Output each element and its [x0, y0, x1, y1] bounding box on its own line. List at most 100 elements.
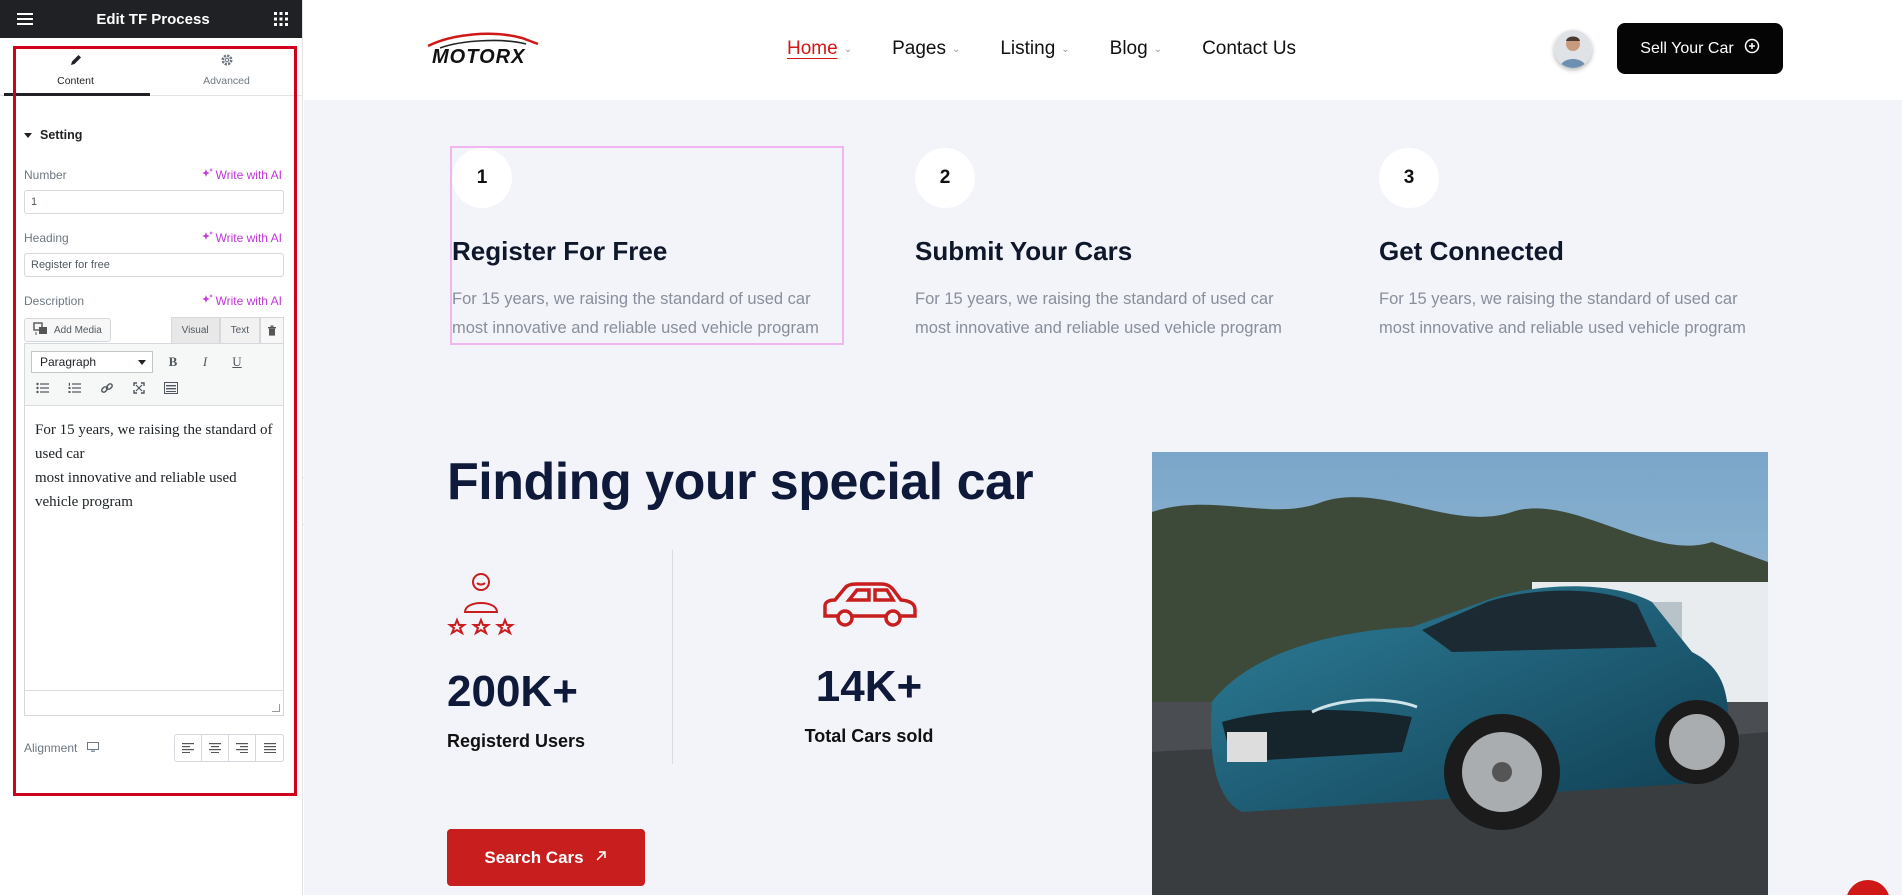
- bullet-list-icon[interactable]: [31, 376, 55, 400]
- align-right-icon[interactable]: [229, 735, 256, 761]
- align-center-icon[interactable]: [202, 735, 229, 761]
- underline-icon[interactable]: U: [225, 350, 249, 374]
- stat-value: 200K+: [447, 667, 578, 716]
- plus-circle-icon: [1744, 38, 1760, 59]
- nav-listing[interactable]: Listing ⌄: [1000, 38, 1069, 60]
- process-step-3[interactable]: 3 Get Connected For 15 years, we raising…: [1379, 148, 1769, 343]
- nav-contact[interactable]: Contact Us: [1202, 38, 1296, 60]
- avatar[interactable]: [1554, 30, 1592, 68]
- editor-toolbar: Paragraph B I U: [25, 344, 283, 406]
- step-title: Get Connected: [1379, 236, 1564, 266]
- nav-home-label: Home: [787, 38, 838, 59]
- search-cars-button[interactable]: Search Cars: [447, 829, 645, 886]
- stat-label: Registerd Users: [447, 731, 586, 751]
- tab-content-label: Content: [57, 74, 94, 87]
- car-photo: [1152, 452, 1768, 895]
- visual-tab[interactable]: Visual: [170, 317, 220, 343]
- logo[interactable]: MOTORX: [422, 26, 552, 72]
- stat-divider: [672, 550, 673, 764]
- ai-label: Write with AI: [215, 168, 282, 182]
- stat-label: Total Cars sold: [804, 726, 934, 746]
- heading-label: Heading: [24, 231, 69, 245]
- car-icon: [784, 570, 954, 638]
- sell-button-label: Sell Your Car: [1640, 39, 1734, 57]
- step-title: Submit Your Cars: [915, 236, 1133, 266]
- align-justify-icon[interactable]: [256, 735, 283, 761]
- write-with-ai-description[interactable]: Write with AI: [201, 294, 282, 308]
- editor-status-bar: [25, 690, 283, 715]
- process-step-1[interactable]: 1 Register For Free For 15 years, we rai…: [450, 146, 844, 345]
- alignment-row: Alignment: [24, 734, 284, 762]
- heading-field-group: Heading Write with AI: [0, 231, 302, 277]
- widgets-grid-icon[interactable]: [272, 10, 290, 28]
- step-number: 3: [1379, 148, 1439, 208]
- chevron-down-icon: ⌄: [1061, 43, 1070, 55]
- nav-home[interactable]: Home ⌄: [787, 38, 852, 60]
- number-input[interactable]: [24, 190, 284, 214]
- site-header: MOTORX Home ⌄ Pages ⌄ Listing ⌄ Blog ⌄ Conta…: [304, 0, 1902, 100]
- dropdown-arrow-icon: [138, 359, 146, 365]
- sparkle-icon: [201, 231, 213, 245]
- nav-listing-label: Listing: [1000, 38, 1056, 59]
- fullscreen-icon[interactable]: [127, 376, 151, 400]
- search-button-label: Search Cars: [484, 847, 584, 867]
- site-preview: MOTORX Home ⌄ Pages ⌄ Listing ⌄ Blog ⌄ Conta…: [304, 0, 1902, 895]
- sparkle-icon: [201, 168, 213, 182]
- chevron-down-icon: ⌄: [843, 43, 853, 55]
- tab-content[interactable]: Content: [0, 38, 151, 95]
- write-with-ai-number[interactable]: Write with AI: [201, 168, 282, 182]
- section-title: Setting: [40, 128, 83, 142]
- alignment-label: Alignment: [24, 741, 78, 755]
- scroll-to-top-button[interactable]: [1846, 880, 1890, 895]
- caret-down-icon: [24, 132, 32, 138]
- nav-pages[interactable]: Pages ⌄: [892, 38, 960, 60]
- text-tab[interactable]: Text: [219, 317, 260, 343]
- rich-text-editor: Paragraph B I U For 15 years, we raising…: [24, 343, 284, 716]
- write-with-ai-heading[interactable]: Write with AI: [201, 231, 282, 245]
- nav-contact-label: Contact Us: [1202, 38, 1297, 59]
- tab-advanced[interactable]: Advanced: [151, 38, 302, 95]
- main-nav: Home ⌄ Pages ⌄ Listing ⌄ Blog ⌄ Contact Us: [787, 38, 1296, 60]
- trash-icon[interactable]: [260, 317, 284, 343]
- section-setting-toggle[interactable]: Setting: [0, 96, 302, 142]
- finding-heading: Finding your special car: [447, 453, 1034, 511]
- resize-handle[interactable]: [272, 704, 280, 712]
- heading-input[interactable]: [24, 253, 284, 277]
- italic-icon[interactable]: I: [193, 350, 217, 374]
- align-left-icon[interactable]: [175, 735, 202, 761]
- step-description: For 15 years, we raising the standard of…: [452, 290, 819, 337]
- format-select[interactable]: Paragraph: [31, 351, 153, 373]
- active-tab-indicator: [4, 93, 150, 96]
- numbered-list-icon[interactable]: [63, 376, 87, 400]
- arrow-up-right-icon: [594, 848, 608, 868]
- stat-value: 14K+: [815, 662, 923, 711]
- ai-label: Write with AI: [215, 231, 282, 245]
- logo-text: MOTORX: [432, 46, 526, 68]
- add-media-button[interactable]: Add Media: [24, 318, 111, 342]
- nav-pages-label: Pages: [892, 38, 946, 59]
- user-rating-icon: [447, 570, 585, 643]
- process-step-2[interactable]: 2 Submit Your Cars For 15 years, we rais…: [915, 148, 1305, 343]
- ai-label: Write with AI: [215, 294, 282, 308]
- nav-blog[interactable]: Blog ⌄: [1110, 38, 1162, 60]
- step-description: For 15 years, we raising the standard of…: [1379, 290, 1746, 337]
- editor-header: Edit TF Process: [0, 0, 302, 38]
- bold-icon[interactable]: B: [161, 350, 185, 374]
- sell-your-car-button[interactable]: Sell Your Car: [1617, 23, 1783, 74]
- stat-registered-users: 200K+ Registerd Users: [447, 570, 585, 752]
- toolbar-toggle-icon[interactable]: [159, 376, 183, 400]
- add-media-label: Add Media: [54, 324, 102, 336]
- step-title: Register For Free: [452, 236, 668, 266]
- step-description: For 15 years, we raising the standard of…: [915, 290, 1282, 337]
- gear-icon: [220, 53, 234, 70]
- editor-panel: Edit TF Process Content Advanced Setting: [0, 0, 303, 895]
- link-icon[interactable]: [95, 376, 119, 400]
- description-field-group: Description Write with AI Add Media Visu…: [0, 294, 302, 762]
- chevron-down-icon: ⌄: [1153, 43, 1163, 55]
- hamburger-menu-icon[interactable]: [16, 10, 34, 28]
- desktop-icon[interactable]: [87, 741, 100, 755]
- description-label: Description: [24, 294, 85, 308]
- description-content[interactable]: For 15 years, we raising the standard of…: [25, 406, 283, 690]
- step-number: 2: [915, 148, 975, 208]
- chevron-down-icon: ⌄: [951, 43, 961, 55]
